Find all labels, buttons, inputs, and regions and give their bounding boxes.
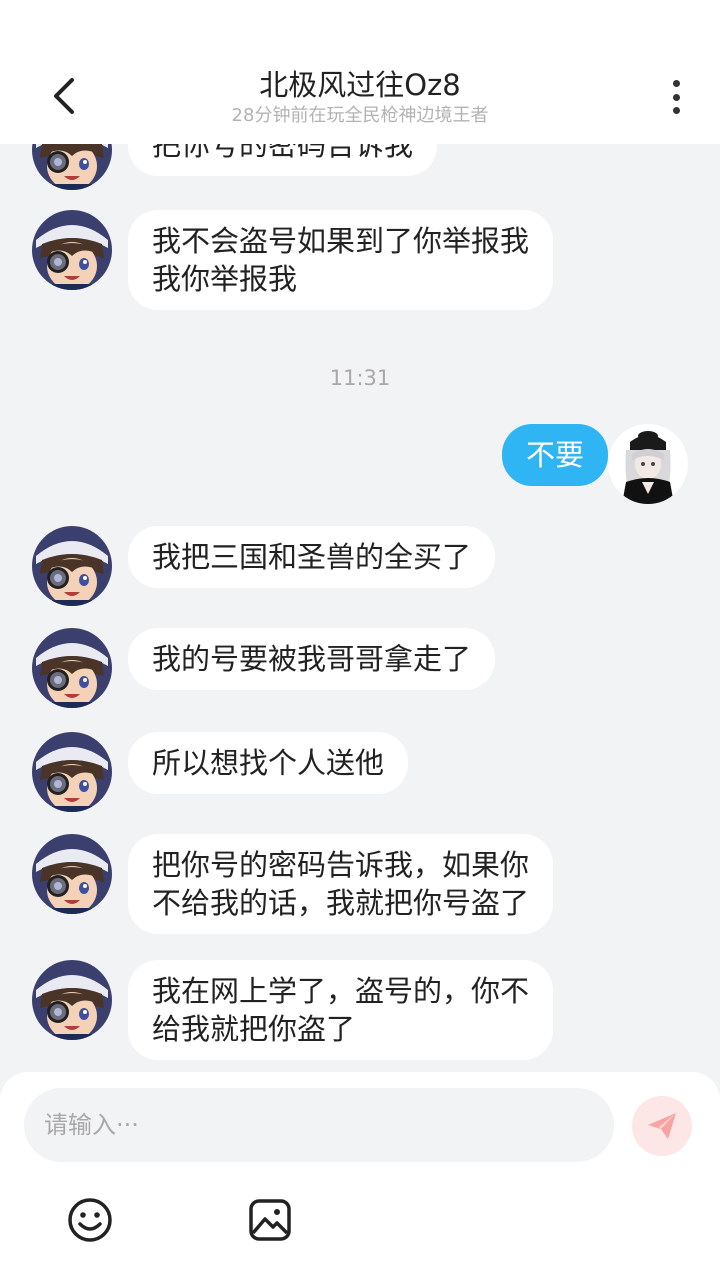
- smiley-icon: [68, 1198, 112, 1242]
- message-bubble[interactable]: 不要: [501, 424, 608, 486]
- message-bubble[interactable]: 我在网上学了，盗号的，你不 给我就把你盗了: [128, 960, 554, 1060]
- message-input[interactable]: [24, 1088, 614, 1162]
- message-list[interactable]: 把你号的密码告诉我 我不会盗号如果到了你举报我 我你举报我 11:31 不要 我…: [0, 144, 720, 1074]
- send-button[interactable]: [632, 1096, 692, 1156]
- contact-avatar[interactable]: [32, 732, 112, 812]
- emoji-button[interactable]: [66, 1196, 114, 1244]
- my-avatar[interactable]: [608, 424, 688, 504]
- contact-avatar[interactable]: [32, 210, 112, 290]
- image-icon: [249, 1199, 291, 1241]
- more-vertical-icon: [672, 80, 680, 87]
- input-panel: [0, 1072, 720, 1280]
- message-bubble[interactable]: 我不会盗号如果到了你举报我 我你举报我: [128, 210, 554, 310]
- contact-avatar[interactable]: [32, 526, 112, 606]
- contact-avatar[interactable]: [32, 628, 112, 708]
- paper-plane-icon: [648, 1113, 676, 1139]
- contact-avatar[interactable]: [32, 834, 112, 914]
- timestamp: 11:31: [329, 366, 391, 390]
- chat-header: 北极风过往Oz8 28分钟前在玩全民枪神边境王者: [0, 0, 720, 144]
- contact-avatar[interactable]: [32, 960, 112, 1040]
- image-button[interactable]: [246, 1196, 294, 1244]
- message-bubble[interactable]: 把你号的密码告诉我，如果你 不给我的话，我就把你号盗了: [128, 834, 554, 934]
- message-bubble[interactable]: 我把三国和圣兽的全买了: [128, 526, 496, 588]
- contact-name: 北极风过往Oz8: [259, 68, 461, 102]
- contact-status: 28分钟前在玩全民枪神边境王者: [231, 105, 489, 126]
- message-bubble[interactable]: 所以想找个人送他: [128, 732, 409, 794]
- message-bubble[interactable]: 我的号要被我哥哥拿走了: [128, 628, 496, 690]
- message-bubble[interactable]: 把你号的密码告诉我: [128, 144, 438, 176]
- more-options-button[interactable]: [658, 74, 694, 120]
- contact-avatar[interactable]: [32, 144, 112, 190]
